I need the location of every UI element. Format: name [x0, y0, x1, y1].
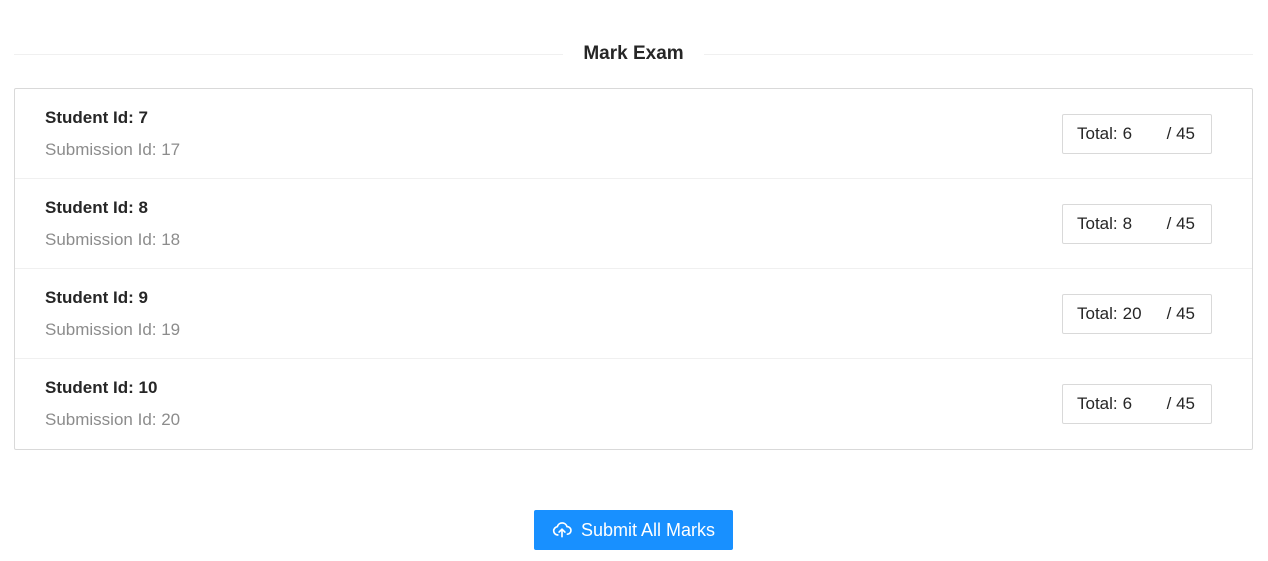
total-label: Total:: [1077, 304, 1118, 323]
total-label: Total:: [1077, 124, 1118, 143]
submission-id: Submission Id: 18: [45, 230, 181, 249]
total-score-field[interactable]: Total: 6 / 45: [1062, 114, 1212, 154]
total-score-field[interactable]: Total: 6 / 45: [1062, 384, 1212, 424]
submit-button-label: Submit All Marks: [580, 519, 716, 540]
student-id: Student Id: 9: [45, 288, 148, 307]
total-label: Total:: [1077, 394, 1118, 413]
score-value[interactable]: 6: [1123, 394, 1167, 414]
score-value[interactable]: 6: [1123, 124, 1167, 144]
score-max: / 45: [1166, 394, 1195, 413]
total-score-field[interactable]: Total: 20 / 45: [1062, 294, 1212, 334]
submit-all-marks-button[interactable]: Submit All Marks: [534, 510, 733, 550]
score-value[interactable]: 8: [1123, 214, 1167, 234]
score-max: / 45: [1166, 214, 1195, 233]
cloud-upload-icon: [552, 520, 572, 540]
page-title: Mark Exam: [583, 43, 684, 64]
list-item: Student Id: 9 Submission Id: 19 Total: 2…: [15, 269, 1252, 359]
title-divider: Mark Exam: [14, 38, 1253, 70]
total-label: Total:: [1077, 214, 1118, 233]
submission-id: Submission Id: 17: [45, 140, 181, 159]
total-score-field[interactable]: Total: 8 / 45: [1062, 204, 1212, 244]
score-value[interactable]: 20: [1123, 304, 1167, 324]
student-id: Student Id: 8: [45, 198, 148, 217]
score-max: / 45: [1166, 304, 1195, 323]
divider-line-left: [14, 53, 564, 55]
list-item: Student Id: 8 Submission Id: 18 Total: 8…: [15, 179, 1252, 269]
score-max: / 45: [1166, 124, 1195, 143]
list-item: Student Id: 7 Submission Id: 17 Total: 6…: [15, 89, 1252, 179]
divider-line-right: [703, 53, 1253, 55]
submission-id: Submission Id: 20: [45, 410, 181, 429]
list-item: Student Id: 10 Submission Id: 20 Total: …: [15, 359, 1252, 449]
student-id: Student Id: 7: [45, 108, 148, 127]
submission-id: Submission Id: 19: [45, 320, 181, 339]
student-id: Student Id: 10: [45, 378, 158, 397]
mark-exam-page: Mark Exam Student Id: 7 Submission Id: 1…: [0, 0, 1268, 561]
submission-list: Student Id: 7 Submission Id: 17 Total: 6…: [14, 88, 1253, 450]
